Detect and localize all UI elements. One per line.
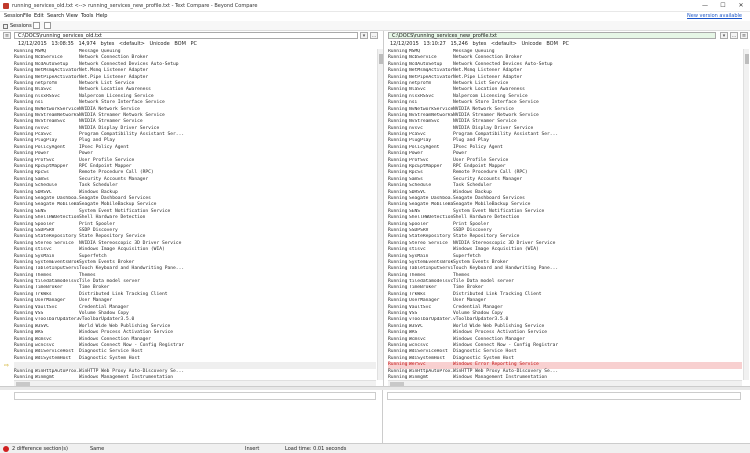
close-button[interactable]: ✕ <box>732 0 750 12</box>
menu-help[interactable]: Help <box>96 13 107 19</box>
status-bar: 2 difference section(s) Same Insert Load… <box>0 443 750 453</box>
left-pane: ≡ C:\DOCS\running_services_old.txt ▾ … 1… <box>0 31 383 386</box>
window-title: running_services_old.txt <--> running_se… <box>12 3 258 9</box>
sessions-button[interactable]: Sessions ▾ <box>3 22 36 30</box>
menu-file[interactable]: File <box>23 13 31 19</box>
left-text-area[interactable]: Running MSMQ Message Queuing Running NcbServ… <box>14 49 376 380</box>
left-line-details <box>0 390 383 443</box>
line-details-area <box>0 390 750 443</box>
swap-icon[interactable] <box>44 22 51 29</box>
left-current-line[interactable] <box>14 392 376 400</box>
menu-search[interactable]: Search <box>47 13 64 19</box>
menu-session[interactable]: Session <box>4 13 23 19</box>
app-icon <box>3 3 9 9</box>
left-path-input[interactable]: C:\DOCS\running_services_old.txt <box>14 32 358 39</box>
diff-count: 2 difference section(s) <box>12 446 68 452</box>
left-history-button[interactable]: ▾ <box>360 32 368 39</box>
menu-tools[interactable]: Tools <box>81 13 93 19</box>
right-vertical-scrollbar[interactable] <box>743 49 749 380</box>
right-history-button[interactable]: ▾ <box>720 32 728 39</box>
right-browse-button[interactable]: … <box>730 32 738 39</box>
toolbar: Sessions ▾ <box>0 21 750 31</box>
right-line-details <box>383 390 750 443</box>
minimize-button[interactable]: — <box>696 0 714 12</box>
home-icon[interactable] <box>33 22 40 29</box>
error-icon <box>3 446 9 452</box>
sessions-icon <box>3 23 8 29</box>
diff-arrow-icon: ⇨ <box>4 362 10 369</box>
sessions-label: Sessions <box>10 23 32 29</box>
title-bar: running_services_old.txt <--> running_se… <box>0 0 750 12</box>
left-browse-button[interactable]: … <box>370 32 378 39</box>
left-gutter: ⇨ <box>2 49 12 380</box>
left-file-info: 12/12/2015 13:08:35 14,974 bytes <defaul… <box>18 41 198 47</box>
right-file-info: 12/12/2015 13:10:27 15,246 bytes <defaul… <box>390 41 570 47</box>
status-load-time: Load time: 0.01 seconds <box>285 446 347 452</box>
menu-view[interactable]: View <box>66 13 78 19</box>
right-pane-menu-button[interactable]: ≡ <box>740 32 748 39</box>
right-text-area[interactable]: Running MSMQ Message Queuing Running NcbServ… <box>388 49 742 380</box>
display-name-cell: Diagnostic System Host <box>79 355 140 361</box>
status-same: Same <box>90 446 105 452</box>
right-current-line[interactable] <box>387 392 741 400</box>
left-pane-menu-button[interactable]: ≡ <box>3 32 11 39</box>
right-pane: C:\DOCS\running_services_new_profile.txt… <box>383 31 750 386</box>
right-path-input[interactable]: C:\DOCS\running_services_new_profile.txt <box>388 32 716 39</box>
maximize-button[interactable]: ☐ <box>714 0 732 12</box>
status-insert: Insert <box>245 446 260 452</box>
menu-edit[interactable]: Edit <box>34 13 44 19</box>
new-version-link[interactable]: New version available <box>687 13 742 19</box>
menu-bar: Session File Edit Search View Tools Help… <box>0 12 750 21</box>
